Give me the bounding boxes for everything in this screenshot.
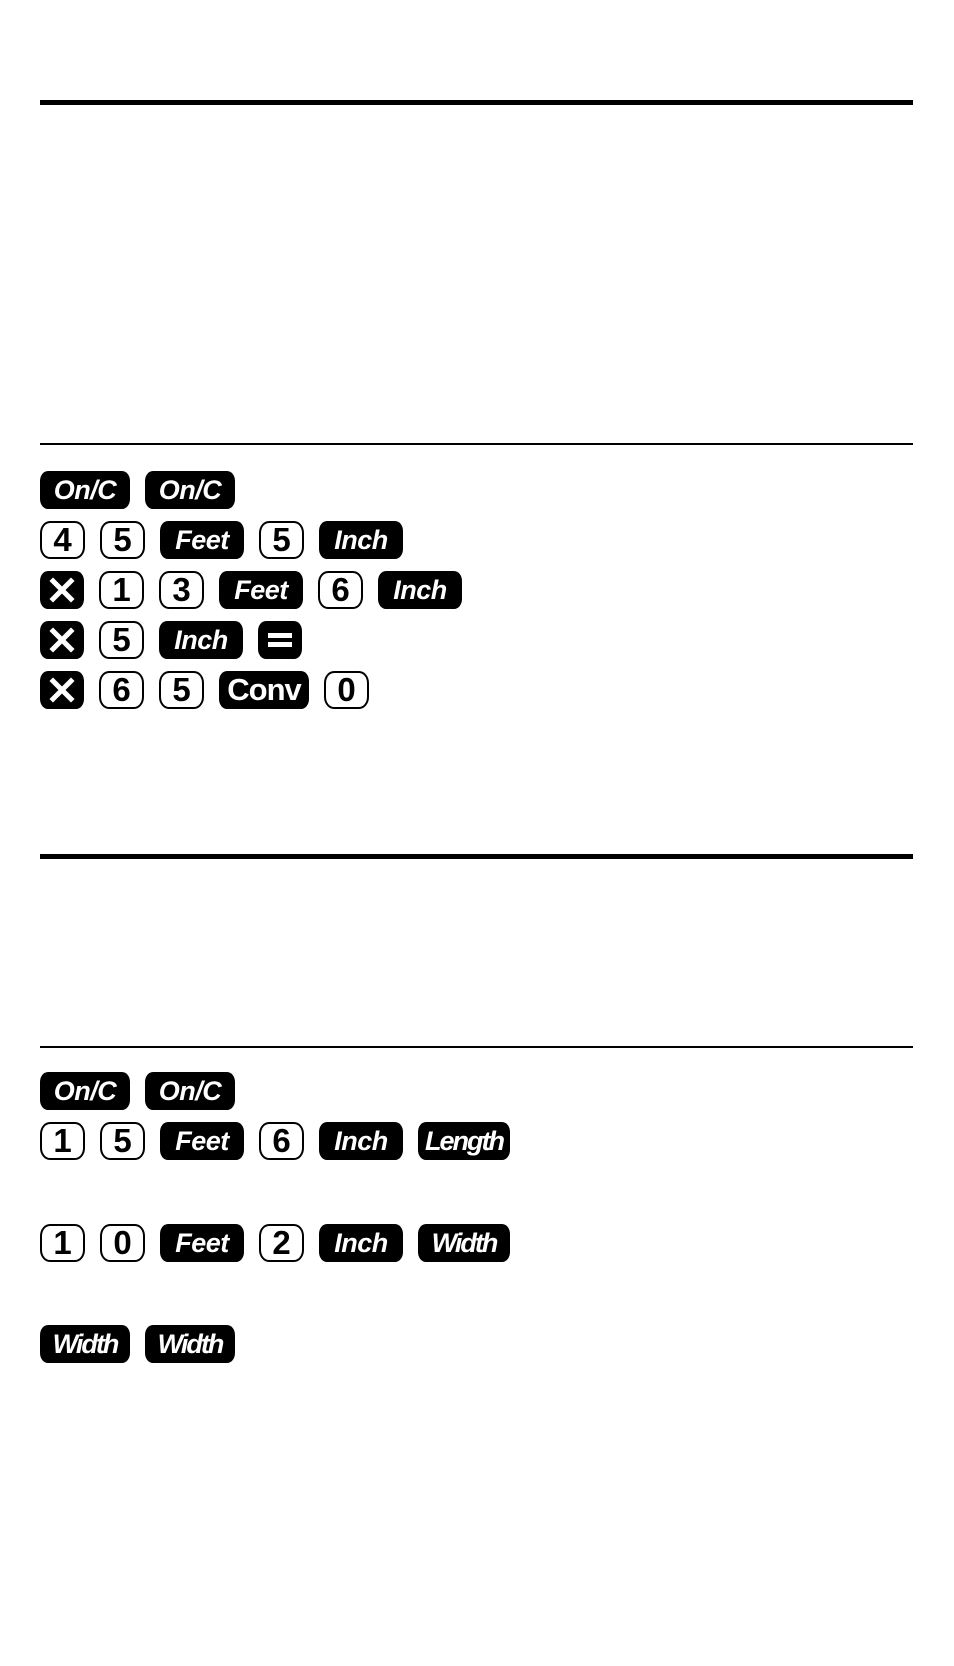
section-divider [40, 1046, 913, 1048]
digit-key-6: 6 [99, 671, 144, 709]
digit-key-0: 0 [324, 671, 369, 709]
digit-key-4: 4 [40, 521, 85, 559]
keystroke-row: On/C On/C [40, 470, 250, 510]
width-key: Width [418, 1224, 510, 1262]
digit-key-6: 6 [259, 1122, 304, 1160]
keystroke-row: Width Width [40, 1324, 250, 1364]
inch-key: Inch [319, 521, 403, 559]
digit-key-5: 5 [159, 671, 204, 709]
digit-key-2: 2 [259, 1224, 304, 1262]
section-divider [40, 443, 913, 445]
digit-key-5: 5 [259, 521, 304, 559]
digit-key-1: 1 [40, 1122, 85, 1160]
digit-key-1: 1 [40, 1224, 85, 1262]
section-divider-top [40, 854, 913, 859]
feet-key: Feet [160, 521, 244, 559]
equals-key [258, 621, 302, 659]
keystroke-row: 1 0 Feet 2 Inch Width [40, 1223, 525, 1263]
length-key: Length [418, 1122, 510, 1160]
width-key: Width [145, 1325, 235, 1363]
inch-key: Inch [319, 1122, 403, 1160]
section-divider-top [40, 100, 913, 105]
inch-key: Inch [319, 1224, 403, 1262]
digit-key-5: 5 [100, 1122, 145, 1160]
width-key: Width [40, 1325, 130, 1363]
digit-key-5: 5 [100, 521, 145, 559]
on-c-key: On/C [40, 1072, 130, 1110]
digit-key-5: 5 [99, 621, 144, 659]
keystroke-row: On/C On/C [40, 1071, 250, 1111]
keystroke-row: 4 5 Feet 5 Inch [40, 520, 418, 560]
multiply-key [40, 671, 84, 709]
multiply-key [40, 571, 84, 609]
multiply-key [40, 621, 84, 659]
on-c-key: On/C [145, 471, 235, 509]
digit-key-3: 3 [159, 571, 204, 609]
keystroke-row: 1 3 Feet 6 Inch [40, 570, 477, 610]
multiply-icon [49, 677, 75, 703]
inch-key: Inch [378, 571, 462, 609]
feet-key: Feet [160, 1224, 244, 1262]
feet-key: Feet [160, 1122, 244, 1160]
digit-key-6: 6 [318, 571, 363, 609]
inch-key: Inch [159, 621, 243, 659]
on-c-key: On/C [145, 1072, 235, 1110]
digit-key-1: 1 [99, 571, 144, 609]
multiply-icon [49, 627, 75, 653]
on-c-key: On/C [40, 471, 130, 509]
keystroke-row: 1 5 Feet 6 Inch Length [40, 1121, 525, 1161]
feet-key: Feet [219, 571, 303, 609]
multiply-icon [49, 577, 75, 603]
keystroke-row: 5 Inch [40, 620, 317, 660]
keystroke-row: 6 5 Conv 0 [40, 670, 384, 710]
conv-key: Conv [219, 671, 309, 709]
digit-key-0: 0 [100, 1224, 145, 1262]
equals-icon [268, 633, 292, 647]
